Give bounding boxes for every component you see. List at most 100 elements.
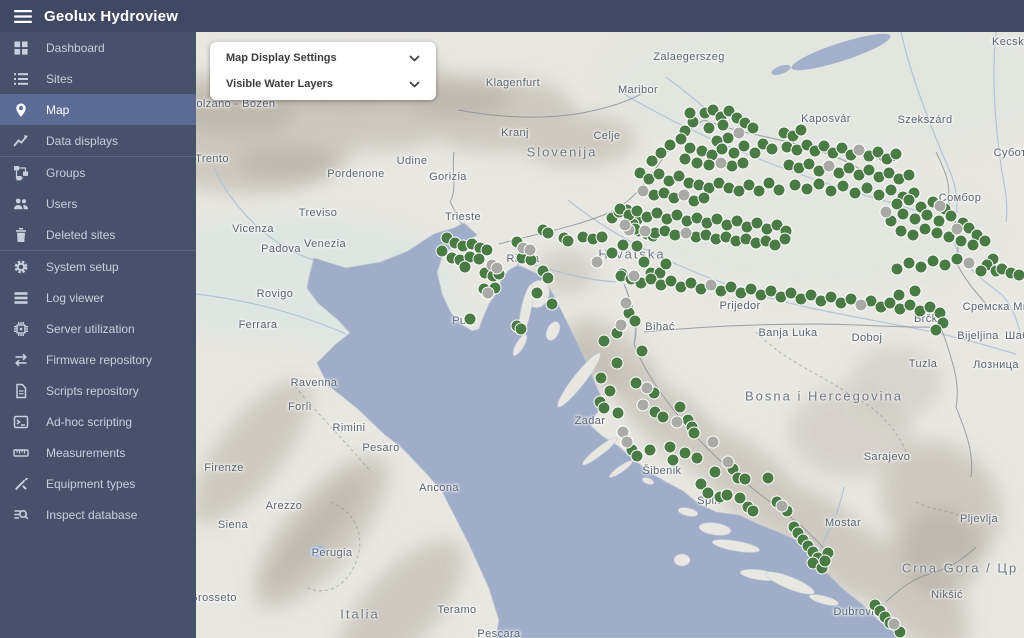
site-marker-active[interactable] [703,122,716,135]
site-marker-active[interactable] [684,107,697,120]
map-canvas[interactable]: Map Display Settings Visible Water Layer… [196,32,1024,638]
site-marker-active[interactable] [915,261,928,274]
hamburger-menu-icon[interactable] [14,10,32,23]
site-marker-inactive[interactable] [715,157,728,170]
site-marker-inactive[interactable] [641,382,654,395]
site-marker-inactive[interactable] [639,225,652,238]
site-marker-active[interactable] [638,256,651,269]
site-marker-inactive[interactable] [621,436,634,449]
site-marker-active[interactable] [698,192,711,205]
sidebar-item-map[interactable]: Map [0,94,196,125]
site-marker-active[interactable] [664,441,677,454]
sidebar-item-data-displays[interactable]: Data displays [0,125,196,156]
site-marker-inactive[interactable] [888,618,901,631]
site-marker-active[interactable] [660,258,673,271]
site-marker-active[interactable] [903,257,916,270]
site-marker-inactive[interactable] [853,144,866,157]
site-marker-inactive[interactable] [615,319,628,332]
site-marker-active[interactable] [893,289,906,302]
site-marker-active[interactable] [721,489,734,502]
site-marker-active[interactable] [747,122,760,135]
site-marker-active[interactable] [481,244,494,257]
site-marker-inactive[interactable] [855,299,868,312]
site-marker-active[interactable] [631,450,644,463]
site-marker-inactive[interactable] [680,227,693,240]
site-marker-active[interactable] [667,454,680,467]
site-marker-active[interactable] [907,229,920,242]
site-marker-active[interactable] [861,182,874,195]
site-marker-active[interactable] [646,155,659,168]
site-marker-active[interactable] [813,178,826,191]
site-marker-active[interactable] [945,210,958,223]
site-marker-active[interactable] [531,287,544,300]
site-marker-active[interactable] [542,227,555,240]
sidebar-item-deleted-sites[interactable]: Deleted sites [0,219,196,250]
site-marker-inactive[interactable] [733,127,746,140]
site-marker-active[interactable] [773,184,786,197]
sidebar-item-ad-hoc-scripting[interactable]: Ad-hoc scripting [0,406,196,437]
site-marker-active[interactable] [631,240,644,253]
sidebar-item-equipment-types[interactable]: Equipment types [0,468,196,499]
site-marker-active[interactable] [459,261,472,274]
site-marker-inactive[interactable] [722,456,735,469]
site-marker-active[interactable] [596,231,609,244]
sidebar-item-firmware-repository[interactable]: Firmware repository [0,344,196,375]
site-marker-inactive[interactable] [637,399,650,412]
site-marker-active[interactable] [612,407,625,420]
site-marker-inactive[interactable] [620,297,633,310]
site-marker-active[interactable] [837,180,850,193]
map-display-settings-row[interactable]: Map Display Settings [210,45,436,71]
site-marker-inactive[interactable] [482,287,495,300]
site-marker-inactive[interactable] [619,219,632,232]
site-marker-inactive[interactable] [776,500,789,513]
sidebar-item-groups[interactable]: Groups [0,157,196,188]
site-marker-active[interactable] [546,298,559,311]
site-marker-active[interactable] [897,208,910,221]
site-marker-inactive[interactable] [934,200,947,213]
site-marker-active[interactable] [595,372,608,385]
site-marker-active[interactable] [688,427,701,440]
visible-water-layers-row[interactable]: Visible Water Layers [210,71,436,97]
site-marker-active[interactable] [955,235,968,248]
site-marker-active[interactable] [703,159,716,172]
site-marker-active[interactable] [737,157,750,170]
site-marker-active[interactable] [903,169,916,182]
site-marker-inactive[interactable] [678,189,691,202]
site-marker-active[interactable] [927,255,940,268]
site-marker-active[interactable] [762,472,775,485]
site-marker-inactive[interactable] [963,257,976,270]
site-marker-active[interactable] [885,184,898,197]
site-marker-active[interactable] [617,239,630,252]
site-marker-inactive[interactable] [823,160,836,173]
sidebar-item-log-viewer[interactable]: Log viewer [0,282,196,313]
site-marker-active[interactable] [691,157,704,170]
site-marker-active[interactable] [819,555,832,568]
site-marker-active[interactable] [890,148,903,161]
sidebar-item-scripts-repository[interactable]: Scripts repository [0,375,196,406]
sidebar-item-measurements[interactable]: Measurements [0,437,196,468]
site-marker-active[interactable] [909,285,922,298]
site-marker-active[interactable] [709,466,722,479]
site-marker-active[interactable] [903,194,916,207]
site-marker-active[interactable] [611,357,624,370]
site-marker-inactive[interactable] [524,244,537,257]
site-marker-active[interactable] [939,259,952,272]
site-marker-active[interactable] [562,235,575,248]
site-marker-active[interactable] [979,235,992,248]
site-marker-active[interactable] [891,263,904,276]
site-marker-active[interactable] [967,239,980,252]
site-marker-active[interactable] [604,385,617,398]
site-marker-inactive[interactable] [671,416,684,429]
site-marker-active[interactable] [644,444,657,457]
site-marker-inactive[interactable] [951,223,964,236]
sidebar-item-sites[interactable]: Sites [0,63,196,94]
sidebar-item-dashboard[interactable]: Dashboard [0,32,196,63]
site-marker-inactive[interactable] [707,436,720,449]
site-marker-active[interactable] [542,272,555,285]
site-marker-active[interactable] [895,225,908,238]
site-marker-active[interactable] [691,452,704,465]
site-marker-active[interactable] [598,402,611,415]
site-marker-active[interactable] [931,227,944,240]
site-marker-active[interactable] [1013,269,1024,282]
site-marker-inactive[interactable] [628,270,641,283]
